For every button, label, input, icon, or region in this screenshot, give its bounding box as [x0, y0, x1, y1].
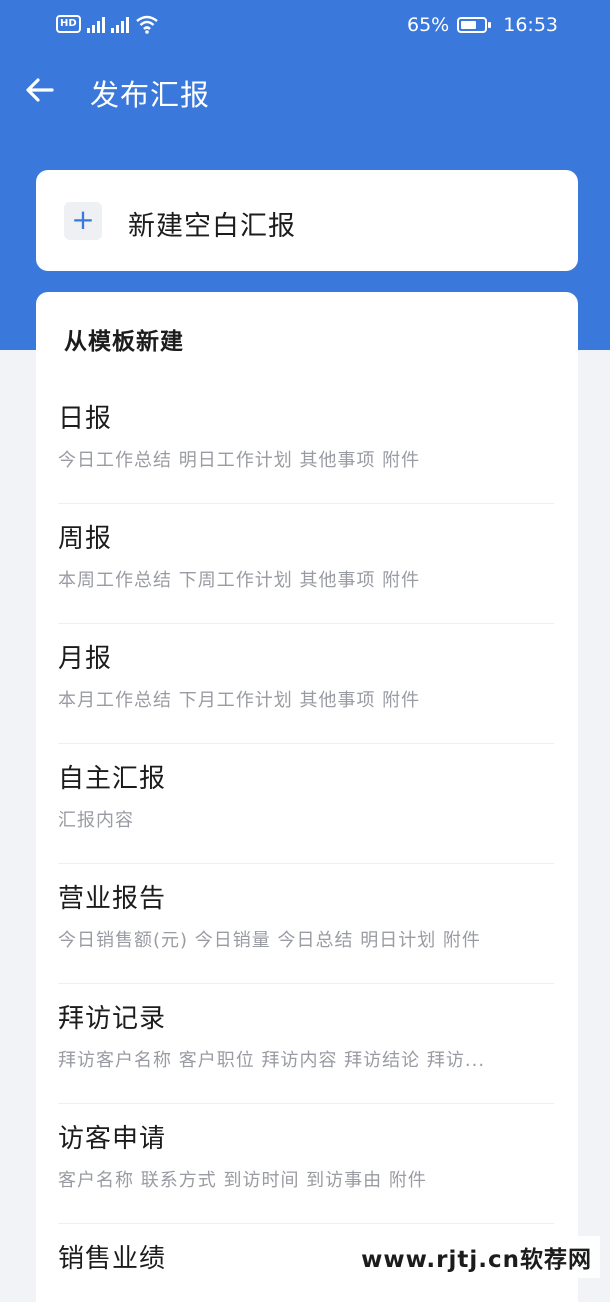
template-item-visitor-request[interactable]: 访客申请 客户名称 联系方式 到访时间 到访事由 附件: [58, 1104, 554, 1224]
template-desc: 本周工作总结 下周工作计划 其他事项 附件: [58, 570, 421, 591]
template-desc: 今日工作总结 明日工作计划 其他事项 附件: [58, 450, 421, 471]
template-item-visit-record[interactable]: 拜访记录 拜访客户名称 客户职位 拜访内容 拜访结论 拜访...: [58, 984, 554, 1104]
battery-fill: [461, 21, 476, 29]
template-desc: 今日销售额(元) 今日销量 今日总结 明日计划 附件: [58, 930, 481, 951]
status-left: HD: [56, 14, 159, 34]
status-right: 65% 16:53: [407, 14, 558, 36]
template-name: 日报: [58, 404, 113, 434]
template-item-business-report[interactable]: 营业报告 今日销售额(元) 今日销量 今日总结 明日计划 附件: [58, 864, 554, 984]
template-desc: 本月工作总结 下月工作计划 其他事项 附件: [58, 690, 421, 711]
new-blank-report-label: 新建空白汇报: [128, 211, 296, 242]
template-heading: 从模板新建: [64, 329, 184, 355]
app-screen: HD 65% 16:53 发布汇报 + 新建空白汇报 从模板新建 日报 今日工作…: [0, 0, 610, 1302]
new-blank-report-button[interactable]: + 新建空白汇报: [36, 170, 578, 271]
plus-icon: +: [64, 202, 102, 240]
template-item-custom[interactable]: 自主汇报 汇报内容: [58, 744, 554, 864]
battery-percent: 65%: [407, 14, 450, 36]
template-item-weekly[interactable]: 周报 本周工作总结 下周工作计划 其他事项 附件: [58, 504, 554, 624]
watermark-text: www.rjtj.cn软荐网: [353, 1236, 600, 1278]
back-arrow-icon[interactable]: [22, 72, 58, 108]
template-desc: 拜访客户名称 客户职位 拜访内容 拜访结论 拜访...: [58, 1050, 486, 1071]
template-section: 从模板新建 日报 今日工作总结 明日工作计划 其他事项 附件 周报 本周工作总结…: [36, 292, 578, 1302]
template-name: 销售业绩: [58, 1244, 167, 1274]
hd-icon: HD: [56, 15, 81, 33]
template-name: 营业报告: [58, 884, 167, 914]
wifi-icon: [135, 15, 158, 34]
template-desc: 汇报内容: [58, 810, 134, 831]
status-bar: HD 65% 16:53: [0, 0, 610, 54]
template-name: 周报: [58, 524, 113, 554]
template-list: 日报 今日工作总结 明日工作计划 其他事项 附件 周报 本周工作总结 下周工作计…: [58, 384, 554, 1302]
template-item-monthly[interactable]: 月报 本月工作总结 下月工作计划 其他事项 附件: [58, 624, 554, 744]
template-name: 自主汇报: [58, 764, 167, 794]
page-title: 发布汇报: [90, 78, 211, 112]
signal-icon-2: [110, 15, 129, 33]
template-name: 月报: [58, 644, 113, 674]
signal-icon: [86, 15, 105, 33]
template-name: 拜访记录: [58, 1004, 167, 1034]
clock: 16:53: [503, 14, 558, 36]
template-name: 访客申请: [58, 1124, 167, 1154]
nav-bar: 发布汇报: [0, 60, 610, 122]
template-item-daily[interactable]: 日报 今日工作总结 明日工作计划 其他事项 附件: [58, 384, 554, 504]
battery-icon: [457, 17, 492, 33]
template-desc: 客户名称 联系方式 到访时间 到访事由 附件: [58, 1170, 427, 1191]
